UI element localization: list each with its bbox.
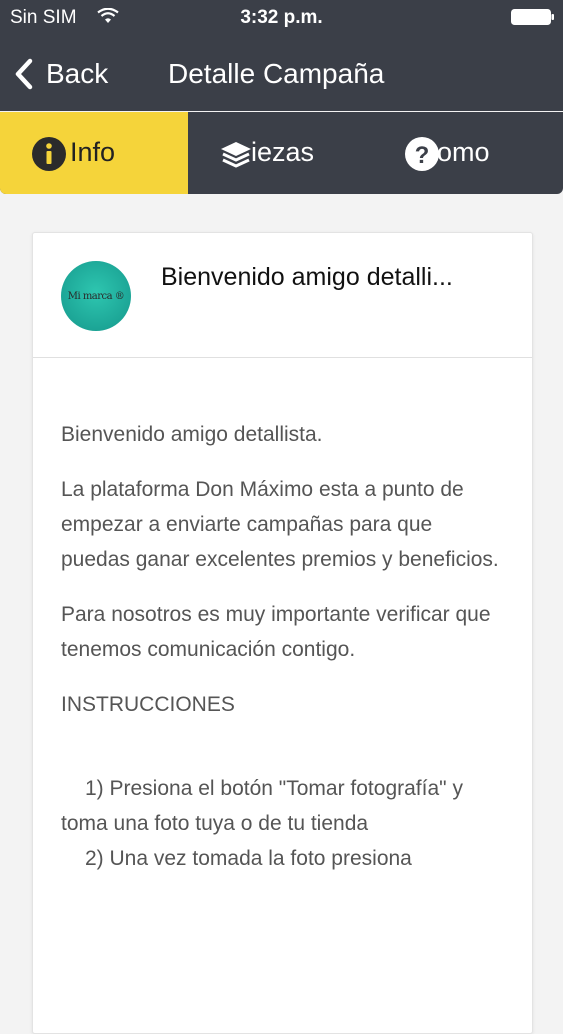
card-body: Bienvenido amigo detallista. La platafor… xyxy=(61,417,501,896)
tab-piezas[interactable]: iezas xyxy=(188,112,375,194)
nav-bar: Back Detalle Campaña xyxy=(0,36,563,111)
communication-paragraph: Para nosotros es muy importante verifica… xyxy=(61,603,491,661)
instructions-heading: INSTRUCCIONES xyxy=(61,693,235,716)
brand-avatar: Mi marca ® xyxy=(61,261,131,331)
clock-label: 3:32 p.m. xyxy=(240,7,323,28)
tab-info[interactable]: Info xyxy=(0,112,188,194)
tab-info-label: Info xyxy=(70,137,116,167)
campaign-card: Mi marca ® Bienvenido amigo detalli... B… xyxy=(32,232,533,1034)
welcome-paragraph: Bienvenido amigo detallista. xyxy=(61,423,323,446)
instruction-step-1: 1) Presiona el botón "Tomar fotografía" … xyxy=(61,777,463,835)
instruction-step-2: 2) Una vez tomada la foto presiona xyxy=(85,847,412,870)
tab-como-label: omo xyxy=(437,137,490,167)
top-bar: Sin SIM 3:32 p.m. Back Detalle Campaña xyxy=(0,0,563,111)
question-circle-icon: ? xyxy=(405,137,439,171)
tab-piezas-label: iezas xyxy=(251,137,315,167)
card-header: Mi marca ® Bienvenido amigo detalli... xyxy=(33,233,532,358)
platform-paragraph: La plataforma Don Máximo esta a punto de… xyxy=(61,478,499,571)
segmented-tabs: Info iezas ? omo xyxy=(0,112,563,194)
back-label: Back xyxy=(46,58,109,89)
card-title: Bienvenido amigo detalli... xyxy=(161,263,453,291)
info-circle-icon xyxy=(32,137,66,171)
back-button[interactable]: Back xyxy=(14,56,108,92)
tab-como[interactable]: ? omo xyxy=(375,112,563,194)
page-title: Detalle Campaña xyxy=(168,58,385,89)
svg-text:?: ? xyxy=(415,142,430,169)
chevron-left-icon xyxy=(15,58,33,90)
avatar-text: Mi marca ® xyxy=(67,290,125,302)
layers-icon xyxy=(221,142,251,168)
status-bar: Sin SIM 3:32 p.m. xyxy=(0,0,563,36)
battery-icon xyxy=(511,9,554,25)
